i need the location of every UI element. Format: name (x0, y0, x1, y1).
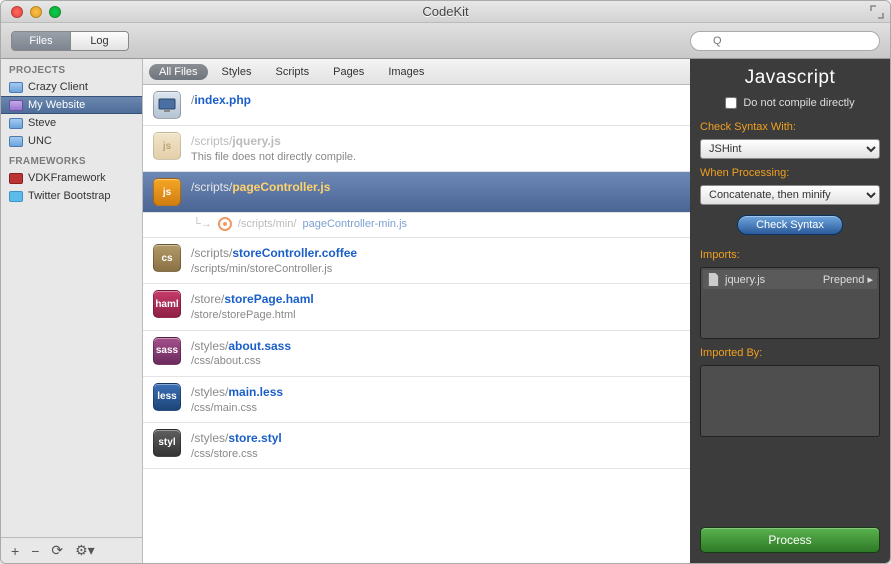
sidebar-item[interactable]: UNC (1, 132, 142, 150)
titlebar: CodeKit (1, 1, 890, 23)
refresh-button[interactable]: ⟳ (51, 542, 63, 559)
process-button[interactable]: Process (700, 527, 880, 553)
file-path: /scripts/storeController.coffee/scripts/… (191, 244, 357, 277)
sidebar-item[interactable]: Steve (1, 114, 142, 132)
dont-compile-checkbox[interactable]: Do not compile directly (700, 97, 880, 109)
sidebar-item-label: Crazy Client (28, 81, 88, 93)
file-path: /scripts/pageController.js (191, 178, 330, 196)
folder-icon (9, 82, 23, 93)
center-panel: All FilesStylesScriptsPagesImages /index… (143, 59, 690, 563)
file-type-badge: cs (153, 244, 181, 272)
file-type-badge (153, 91, 181, 119)
file-row[interactable]: styl/styles/store.styl/css/store.css (143, 423, 690, 469)
imports-label: Imports: (700, 249, 880, 261)
tab-log[interactable]: Log (70, 32, 128, 50)
imports-list: jquery.js Prepend ▸ (700, 267, 880, 339)
window-controls (1, 6, 61, 18)
sidebar-footer: + − ⟳ ⚙▾ (1, 537, 142, 563)
sidebar: PROJECTS Crazy ClientMy WebsiteSteveUNC … (1, 59, 143, 563)
app-window: CodeKit Files Log PROJECTS Crazy Client M… (0, 0, 891, 564)
file-row[interactable]: /index.php (143, 85, 690, 126)
import-mode[interactable]: Prepend ▸ (823, 273, 873, 286)
file-path: /styles/main.less/css/main.css (191, 383, 283, 416)
filter-styles[interactable]: Styles (212, 64, 262, 80)
file-type-badge: less (153, 383, 181, 411)
search-input[interactable] (690, 31, 880, 51)
filter-images[interactable]: Images (378, 64, 434, 80)
syntax-select[interactable]: JSHint (700, 139, 880, 159)
file-path: /styles/store.styl/css/store.css (191, 429, 282, 462)
window-title: CodeKit (1, 4, 890, 19)
arrow-icon: └→ (193, 218, 212, 230)
sidebar-item-label: Twitter Bootstrap (28, 190, 111, 202)
folder-icon (9, 100, 23, 111)
file-type-badge: js (153, 178, 181, 206)
imported-by-list (700, 365, 880, 437)
zoom-icon[interactable] (49, 6, 61, 18)
processing-select[interactable]: Concatenate, then minify (700, 185, 880, 205)
folder-icon (9, 118, 23, 129)
file-list: /index.php js/scripts/jquery.jsThis file … (143, 85, 690, 563)
sidebar-item[interactable]: Twitter Bootstrap (1, 187, 142, 205)
view-segmented-control: Files Log (11, 31, 129, 51)
toolbar: Files Log (1, 23, 890, 59)
sidebar-item-label: VDKFramework (28, 172, 106, 184)
inspector-panel: Javascript Do not compile directly Check… (690, 59, 890, 563)
add-project-button[interactable]: + (11, 543, 19, 559)
search-wrap (690, 31, 880, 51)
settings-gear-icon[interactable]: ⚙▾ (75, 542, 95, 559)
syntax-label: Check Syntax With: (700, 121, 880, 133)
projects-header: PROJECTS (1, 59, 142, 78)
file-path: /styles/about.sass/css/about.css (191, 337, 291, 370)
output-row[interactable]: └→/scripts/min/pageController-min.js (143, 213, 690, 238)
filterbar: All FilesStylesScriptsPagesImages (143, 59, 690, 85)
frameworks-header: FRAMEWORKS (1, 150, 142, 169)
file-type-badge: sass (153, 337, 181, 365)
file-type-badge: js (153, 132, 181, 160)
document-icon (707, 273, 720, 286)
minimize-icon[interactable] (30, 6, 42, 18)
sidebar-item[interactable]: Crazy Client (1, 78, 142, 96)
file-row[interactable]: js/scripts/jquery.jsThis file does not d… (143, 126, 690, 172)
folder-icon (9, 191, 23, 202)
filter-pages[interactable]: Pages (323, 64, 374, 80)
import-name: jquery.js (725, 274, 765, 286)
file-type-badge: haml (153, 290, 181, 318)
file-path: /scripts/jquery.jsThis file does not dir… (191, 132, 356, 165)
processing-label: When Processing: (700, 167, 880, 179)
check-syntax-button[interactable]: Check Syntax (737, 215, 843, 235)
body: PROJECTS Crazy ClientMy WebsiteSteveUNC … (1, 59, 890, 563)
dont-compile-input[interactable] (725, 97, 737, 109)
close-icon[interactable] (11, 6, 23, 18)
file-row[interactable]: sass/styles/about.sass/css/about.css (143, 331, 690, 377)
file-row[interactable]: haml/store/storePage.haml/store/storePag… (143, 284, 690, 330)
folder-icon (9, 173, 23, 184)
file-type-badge: styl (153, 429, 181, 457)
filter-scripts[interactable]: Scripts (265, 64, 319, 80)
folder-icon (9, 136, 23, 147)
sidebar-item-label: UNC (28, 135, 52, 147)
file-path: /store/storePage.haml/store/storePage.ht… (191, 290, 314, 323)
file-row[interactable]: less/styles/main.less/css/main.css (143, 377, 690, 423)
tab-files[interactable]: Files (12, 32, 70, 50)
sidebar-item[interactable]: My Website (1, 96, 142, 114)
imported-by-label: Imported By: (700, 347, 880, 359)
file-path: /index.php (191, 91, 251, 109)
inspector-title: Javascript (700, 67, 880, 89)
dont-compile-label: Do not compile directly (743, 97, 854, 109)
file-row[interactable]: js/scripts/pageController.js (143, 172, 690, 213)
sidebar-item-label: My Website (28, 99, 85, 111)
remove-project-button[interactable]: − (31, 543, 39, 559)
fullscreen-icon[interactable] (870, 5, 884, 19)
sidebar-item-label: Steve (28, 117, 56, 129)
target-icon (218, 217, 232, 231)
filter-all-files[interactable]: All Files (149, 64, 208, 80)
import-row[interactable]: jquery.js Prepend ▸ (703, 270, 877, 289)
file-row[interactable]: cs/scripts/storeController.coffee/script… (143, 238, 690, 284)
sidebar-item[interactable]: VDKFramework (1, 169, 142, 187)
